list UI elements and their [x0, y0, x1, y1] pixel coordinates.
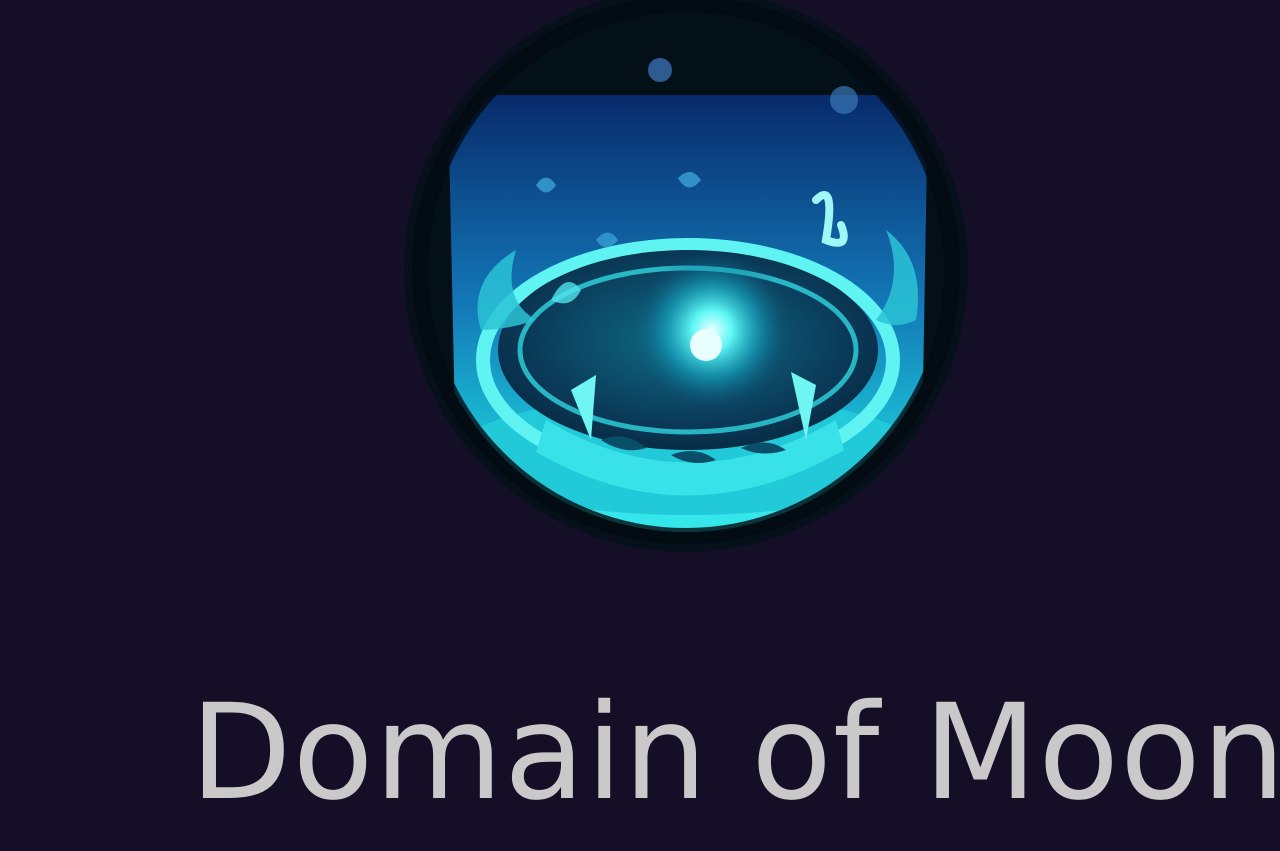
- skill-card: Domain of Moon: [0, 0, 1280, 851]
- moon-domain-icon[interactable]: [396, 0, 976, 560]
- skill-name: Domain of Moon: [190, 676, 1280, 830]
